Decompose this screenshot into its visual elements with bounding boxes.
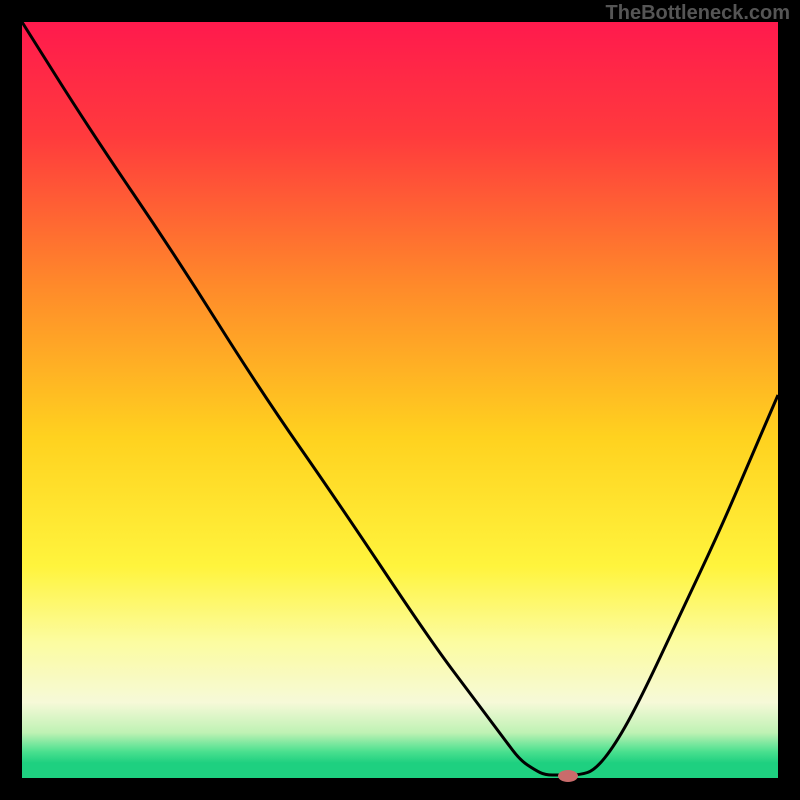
- chart-svg: [0, 0, 800, 800]
- watermark-text: TheBottleneck.com: [606, 2, 790, 25]
- chart-container: TheBottleneck.com: [0, 0, 800, 800]
- optimal-marker: [558, 770, 578, 782]
- chart-background: [22, 22, 778, 778]
